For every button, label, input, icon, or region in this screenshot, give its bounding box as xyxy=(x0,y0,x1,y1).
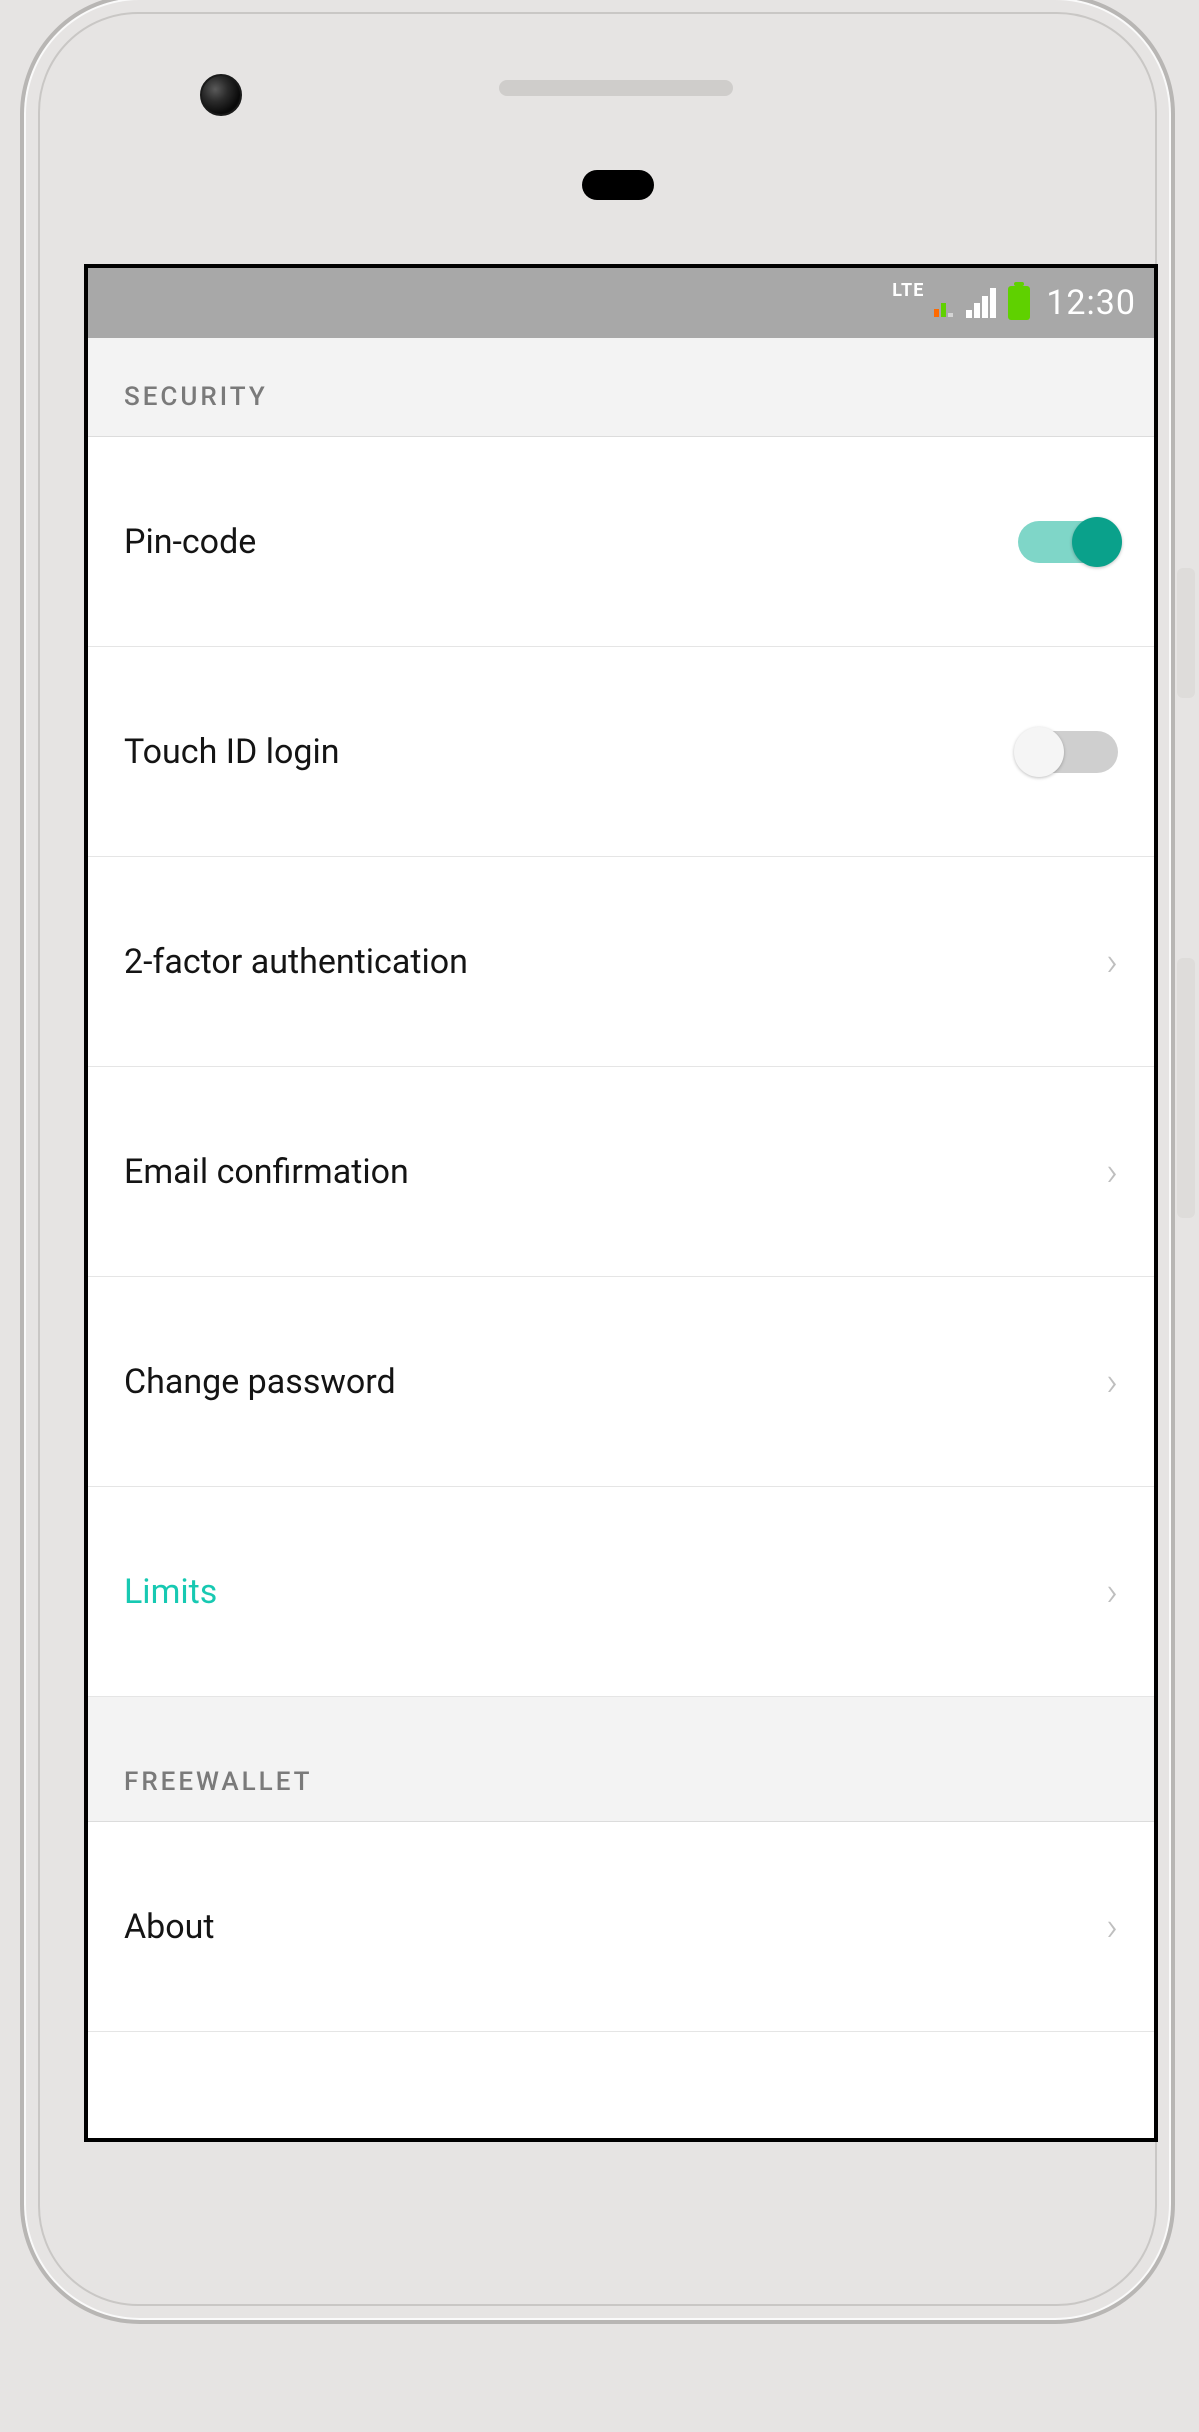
chevron-right-icon: › xyxy=(1106,1568,1118,1615)
row-two-factor[interactable]: 2-factor authentication › xyxy=(88,857,1154,1067)
chevron-right-icon: › xyxy=(1106,938,1118,985)
row-label-pin-code: Pin-code xyxy=(124,522,256,562)
power-button-icon xyxy=(1177,568,1195,698)
row-label-two-factor: 2-factor authentication xyxy=(124,942,468,982)
network-label: LTE xyxy=(892,280,924,301)
clock: 12:30 xyxy=(1046,283,1136,323)
switch-touch-id[interactable] xyxy=(1018,731,1118,773)
earpiece-icon xyxy=(499,80,733,96)
row-about[interactable]: About › xyxy=(88,1822,1154,2032)
row-touch-id[interactable]: Touch ID login xyxy=(88,647,1154,857)
chevron-right-icon: › xyxy=(1106,1903,1118,1950)
row-email-confirmation[interactable]: Email confirmation › xyxy=(88,1067,1154,1277)
sensor-pill-icon xyxy=(582,170,654,200)
row-label-limits: Limits xyxy=(124,1572,217,1612)
row-label-change-password: Change password xyxy=(124,1362,396,1402)
chevron-right-icon: › xyxy=(1106,1358,1118,1405)
switch-knob-icon xyxy=(1014,727,1064,777)
switch-pin-code[interactable] xyxy=(1018,521,1118,563)
row-label-email-confirmation: Email confirmation xyxy=(124,1152,409,1192)
row-pin-code[interactable]: Pin-code xyxy=(88,437,1154,647)
section-header-freewallet: FREEWALLET xyxy=(88,1697,1154,1822)
chevron-right-icon: › xyxy=(1106,1148,1118,1195)
row-change-password[interactable]: Change password › xyxy=(88,1277,1154,1487)
status-bar: LTE 12:30 xyxy=(88,268,1154,338)
battery-icon xyxy=(1008,286,1030,320)
row-label-touch-id: Touch ID login xyxy=(124,732,340,772)
phone-frame: LTE 12:30 SECURITY Pin-code Touch ID log… xyxy=(20,0,1175,2324)
data-signal-icon xyxy=(934,289,956,317)
volume-button-icon xyxy=(1177,958,1195,1218)
row-label-about: About xyxy=(124,1907,215,1947)
section-header-security: SECURITY xyxy=(88,338,1154,437)
device-screen: LTE 12:30 SECURITY Pin-code Touch ID log… xyxy=(84,264,1158,2142)
page-canvas: LTE 12:30 SECURITY Pin-code Touch ID log… xyxy=(0,0,1199,2432)
switch-knob-icon xyxy=(1072,517,1122,567)
cell-signal-icon xyxy=(966,288,998,318)
front-camera-icon xyxy=(200,74,242,116)
row-limits[interactable]: Limits › xyxy=(88,1487,1154,1697)
